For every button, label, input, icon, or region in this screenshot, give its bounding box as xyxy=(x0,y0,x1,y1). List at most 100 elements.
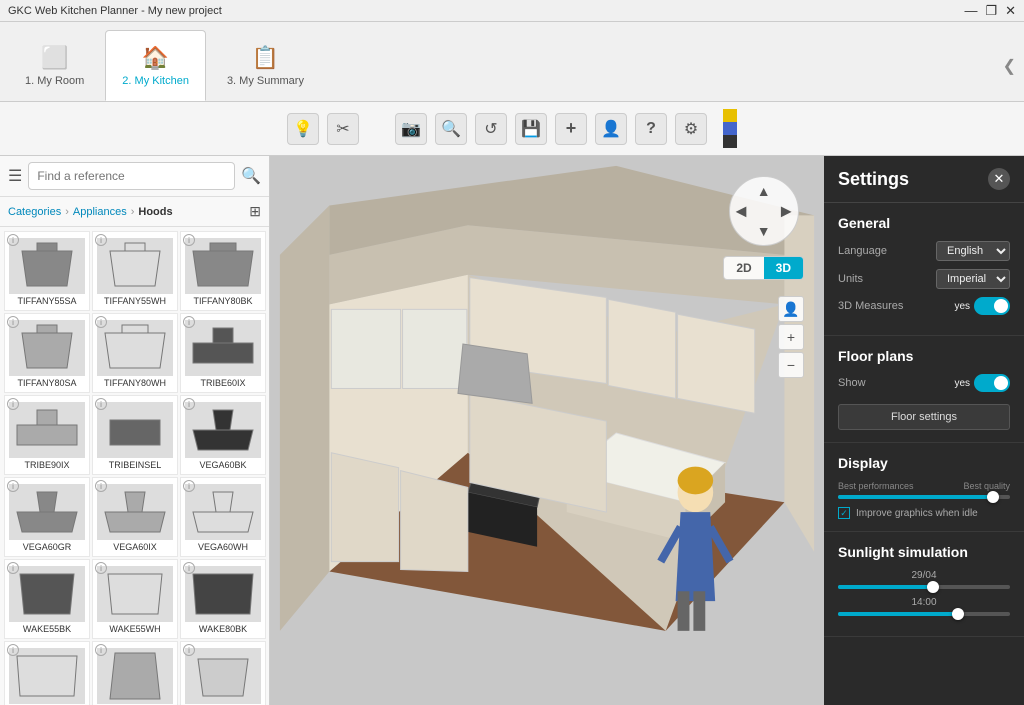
product-name: VEGA60WH xyxy=(198,542,248,552)
zoom-in-button[interactable]: + xyxy=(778,324,804,350)
tab-kitchen[interactable]: 🏠 2. My Kitchen xyxy=(105,30,206,101)
product-info-icon[interactable]: i xyxy=(95,562,107,574)
improve-graphics-checkbox[interactable] xyxy=(838,507,850,519)
product-info-icon[interactable]: i xyxy=(95,644,107,656)
product-item[interactable]: i TIFFANY55WH xyxy=(92,231,178,311)
zoom-person-icon[interactable]: 👤 xyxy=(778,296,804,322)
navigation-ring[interactable]: ▲ ◀ ▶ ▼ xyxy=(729,176,799,246)
product-item[interactable]: iTIFFANY80SA xyxy=(4,313,90,393)
product-item[interactable]: iVEGA60IX xyxy=(92,477,178,557)
product-info-icon[interactable]: i xyxy=(7,398,19,410)
tool-camera[interactable]: 📷 xyxy=(395,113,427,145)
close-button[interactable]: ✕ xyxy=(1005,3,1016,19)
product-info-icon[interactable]: i xyxy=(95,480,107,492)
view-3d-button[interactable]: 3D xyxy=(764,257,803,279)
show-thumb xyxy=(994,376,1008,390)
nav-left[interactable]: ◀ xyxy=(736,203,747,220)
tab-room[interactable]: ⬜ 1. My Room xyxy=(8,30,101,101)
settings-close-button[interactable]: ✕ xyxy=(988,168,1010,190)
tool-magic[interactable]: ✂ xyxy=(327,113,359,145)
units-select[interactable]: Imperial Metric xyxy=(936,269,1010,289)
tab-summary[interactable]: 📋 3. My Summary xyxy=(210,30,321,101)
nav-down[interactable]: ▼ xyxy=(757,223,771,239)
product-image xyxy=(185,484,261,540)
product-info-icon[interactable]: i xyxy=(183,234,195,246)
product-item[interactable]: iX59263MD20 xyxy=(92,641,178,705)
3d-measures-toggle[interactable]: yes xyxy=(954,297,1010,315)
product-name: TIFFANY55WH xyxy=(104,296,166,306)
language-select[interactable]: English French German xyxy=(936,241,1010,261)
product-info-icon[interactable]: i xyxy=(183,562,195,574)
view-2d-button[interactable]: 2D xyxy=(724,257,763,279)
date-slider-thumb[interactable] xyxy=(927,581,939,593)
product-info-icon[interactable]: i xyxy=(7,562,19,574)
nav-right[interactable]: ▶ xyxy=(781,203,792,220)
tool-add[interactable]: + xyxy=(555,113,587,145)
tab-summary-label: 3. My Summary xyxy=(227,75,304,87)
floor-settings-button[interactable]: Floor settings xyxy=(838,404,1010,430)
3d-measures-track[interactable] xyxy=(974,297,1010,315)
tool-help[interactable]: ? xyxy=(635,113,667,145)
product-info-icon[interactable]: i xyxy=(7,316,19,328)
nav-up[interactable]: ▲ xyxy=(757,183,771,199)
maximize-button[interactable]: ❐ xyxy=(985,3,997,19)
quality-slider-thumb[interactable] xyxy=(987,491,999,503)
product-item[interactable]: iTIFFANY55SA xyxy=(4,231,90,311)
product-item[interactable]: iTRIBE60IX xyxy=(180,313,266,393)
product-item[interactable]: iWAKE55WH xyxy=(92,559,178,639)
product-info-icon[interactable]: i xyxy=(7,234,19,246)
product-item[interactable]: iTRIBE90IX xyxy=(4,395,90,475)
product-item[interactable]: iTIFFANY80WH xyxy=(92,313,178,393)
quality-slider-track[interactable] xyxy=(838,495,1010,499)
time-slider-track[interactable] xyxy=(838,612,1010,616)
tool-zoom[interactable]: 🔍 xyxy=(435,113,467,145)
collapse-icon[interactable]: ❮ xyxy=(1003,56,1016,76)
minimize-button[interactable]: — xyxy=(964,3,977,19)
product-item[interactable]: i VEGA60WH xyxy=(180,477,266,557)
tab-room-label: 1. My Room xyxy=(25,75,84,87)
product-item[interactable]: iVEGA60BK xyxy=(180,395,266,475)
view-toggle: 2D 3D xyxy=(723,256,804,280)
tool-person[interactable]: 👤 xyxy=(595,113,627,145)
product-grid: iTIFFANY55SAiTIFFANY55WHiTIFFANY80BKiTIF… xyxy=(0,227,269,705)
show-track[interactable] xyxy=(974,374,1010,392)
product-info-icon[interactable]: i xyxy=(7,480,19,492)
breadcrumb-appliances[interactable]: Appliances xyxy=(73,206,127,218)
tool-undo[interactable]: ↺ xyxy=(475,113,507,145)
product-info-icon[interactable]: i xyxy=(7,644,19,656)
toolbar: 💡 ✂ 📷 🔍 ↺ 💾 + 👤 ? ⚙ xyxy=(0,102,1024,156)
menu-icon[interactable]: ☰ xyxy=(8,166,22,186)
search-icon[interactable]: 🔍 xyxy=(241,166,261,186)
product-name: VEGA60GR xyxy=(23,542,72,552)
product-info-icon[interactable]: i xyxy=(183,316,195,328)
product-info-icon[interactable]: i xyxy=(95,316,107,328)
tool-save[interactable]: 💾 xyxy=(515,113,547,145)
product-item[interactable]: iX66163MD10 xyxy=(180,641,266,705)
product-item[interactable]: iTIFFANY80BK xyxy=(180,231,266,311)
product-item[interactable]: iWAKE80BK xyxy=(180,559,266,639)
viewport[interactable]: ▲ ◀ ▶ ▼ 2D 3D 👤 + − xyxy=(270,156,824,705)
product-item[interactable]: iWAKE55BK xyxy=(4,559,90,639)
product-info-icon[interactable]: i xyxy=(95,234,107,246)
tab-kitchen-label: 2. My Kitchen xyxy=(122,75,189,87)
product-item[interactable]: i VEGA60GR xyxy=(4,477,90,557)
search-input[interactable] xyxy=(28,162,235,190)
time-slider-thumb[interactable] xyxy=(952,608,964,620)
product-image xyxy=(185,402,261,458)
list-view-icon[interactable]: ⊞ xyxy=(249,203,261,220)
show-toggle[interactable]: yes xyxy=(954,374,1010,392)
zoom-out-button[interactable]: − xyxy=(778,352,804,378)
product-item[interactable]: iTRIBEINSEL xyxy=(92,395,178,475)
product-info-icon[interactable]: i xyxy=(183,398,195,410)
tool-settings[interactable]: ⚙ xyxy=(675,113,707,145)
show-row: Show yes xyxy=(838,374,1010,392)
date-slider-track[interactable] xyxy=(838,585,1010,589)
units-label: Units xyxy=(838,273,863,285)
tool-lightbulb[interactable]: 💡 xyxy=(287,113,319,145)
product-info-icon[interactable]: i xyxy=(183,644,195,656)
product-item[interactable]: iWAKE80WH xyxy=(4,641,90,705)
product-info-icon[interactable]: i xyxy=(95,398,107,410)
breadcrumb-categories[interactable]: Categories xyxy=(8,206,61,218)
3d-measures-label: 3D Measures xyxy=(838,300,903,312)
product-info-icon[interactable]: i xyxy=(183,480,195,492)
